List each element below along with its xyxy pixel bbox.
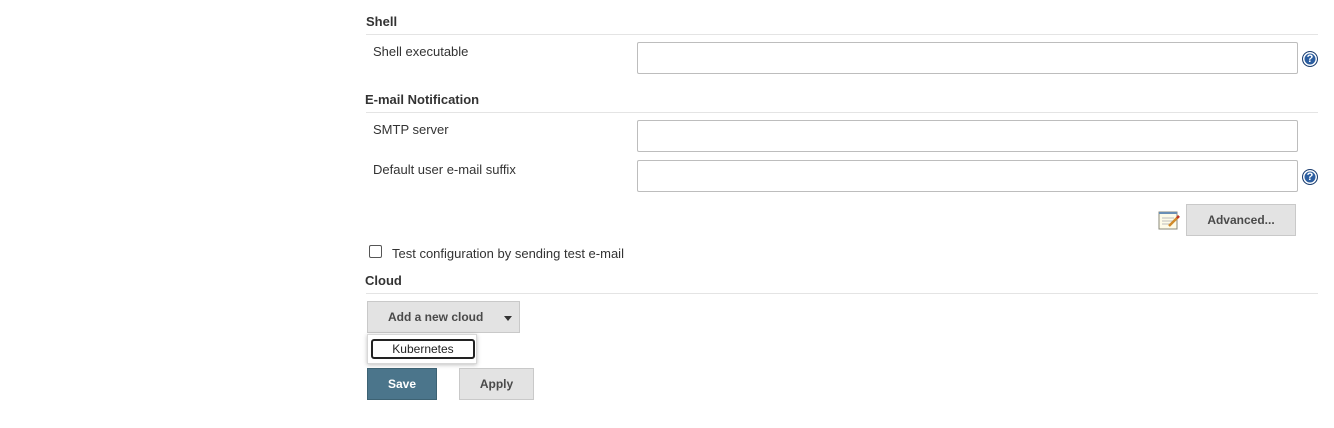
- default-email-suffix-input[interactable]: [637, 160, 1298, 192]
- help-icon[interactable]: ?: [1302, 169, 1318, 185]
- default-email-suffix-label: Default user e-mail suffix: [373, 162, 516, 177]
- smtp-server-label: SMTP server: [373, 122, 449, 137]
- notepad-icon: [1158, 211, 1180, 230]
- shell-executable-label: Shell executable: [373, 44, 469, 59]
- test-config-checkbox[interactable]: [369, 245, 382, 258]
- email-section-divider: [366, 112, 1318, 113]
- smtp-server-input[interactable]: [637, 120, 1298, 152]
- cloud-section-title: Cloud: [365, 273, 402, 288]
- advanced-button[interactable]: Advanced...: [1186, 204, 1296, 236]
- shell-executable-input[interactable]: [637, 42, 1298, 74]
- help-icon[interactable]: ?: [1302, 51, 1318, 67]
- cloud-section-divider: [366, 293, 1318, 294]
- chevron-down-icon[interactable]: [504, 316, 512, 321]
- apply-button[interactable]: Apply: [459, 368, 534, 400]
- test-config-label[interactable]: Test configuration by sending test e-mai…: [392, 246, 624, 261]
- email-section-title: E-mail Notification: [365, 92, 480, 107]
- add-new-cloud-label: Add a new cloud: [388, 310, 484, 324]
- menu-item-kubernetes[interactable]: Kubernetes: [371, 339, 475, 359]
- save-button[interactable]: Save: [367, 368, 437, 400]
- add-new-cloud-button[interactable]: Add a new cloud: [367, 301, 520, 333]
- cloud-type-menu: Kubernetes: [367, 334, 477, 364]
- shell-section-title: Shell: [366, 14, 398, 29]
- shell-section-divider: [366, 34, 1318, 35]
